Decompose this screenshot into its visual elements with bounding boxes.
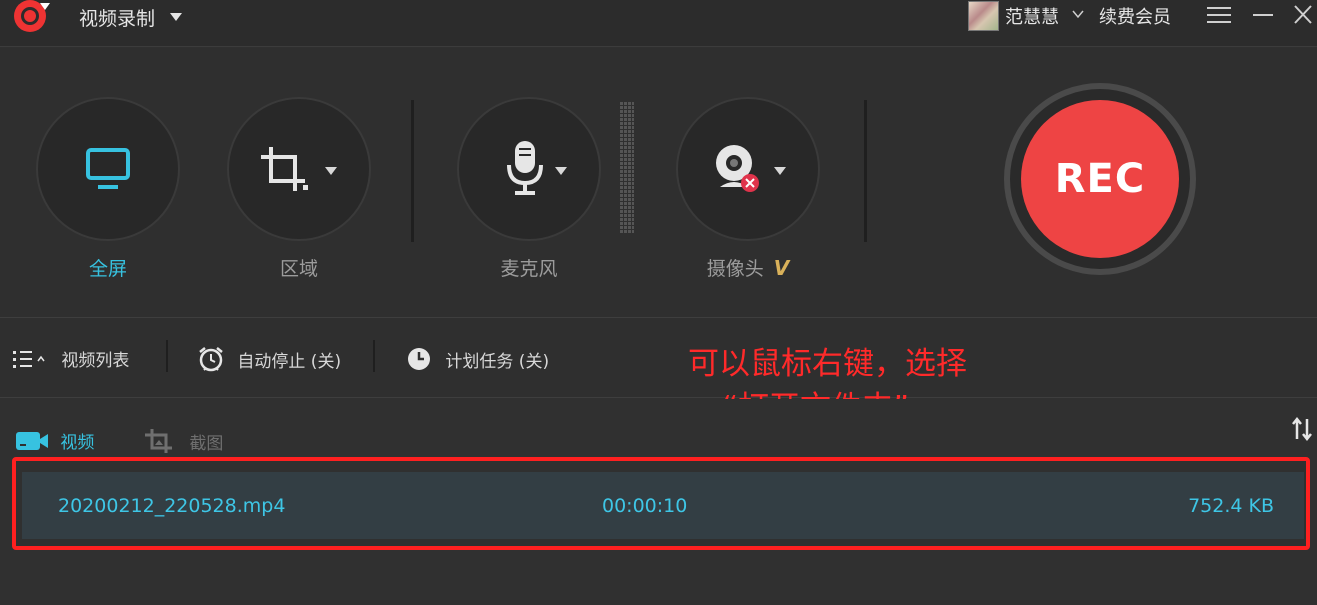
crop-icon	[145, 429, 172, 453]
avatar[interactable]	[968, 1, 999, 31]
logo-icon	[14, 0, 50, 32]
chevron-down-icon[interactable]	[774, 167, 786, 175]
tab-screenshot-label: 截图	[189, 434, 224, 454]
vip-badge: V	[773, 256, 790, 280]
region-label: 区域	[279, 258, 318, 280]
close-icon[interactable]	[1290, 4, 1316, 26]
microphone-label: 麦克风	[500, 258, 558, 280]
list-icon	[13, 351, 45, 368]
minimize-icon[interactable]	[1250, 4, 1276, 26]
divider	[373, 340, 375, 372]
divider	[411, 100, 414, 242]
chevron-down-icon[interactable]	[555, 167, 567, 175]
divider	[864, 100, 867, 242]
annotation-highlight-box	[12, 457, 1310, 550]
record-controls: 全屏 区域 麦克风 摄像头 V REC	[0, 48, 1317, 318]
video-list-button[interactable]: 视频列表	[12, 346, 129, 371]
tab-screenshot[interactable]: 截图	[144, 428, 223, 454]
video-camera-icon	[16, 432, 48, 450]
alarm-clock-icon	[199, 347, 223, 372]
monitor-icon	[86, 148, 130, 189]
app-title[interactable]: 视频录制	[79, 4, 155, 31]
tab-video-label: 视频	[60, 433, 95, 453]
fullscreen-button[interactable]	[36, 97, 180, 241]
schedule-task-button[interactable]: 计划任务 (关)	[406, 346, 549, 372]
rec-button[interactable]: REC	[1021, 100, 1179, 258]
schedule-task-label: 计划任务 (关)	[445, 352, 550, 372]
tab-video[interactable]: 视频	[15, 428, 94, 453]
camera-button[interactable]	[676, 97, 820, 241]
microphone-button[interactable]	[457, 97, 601, 241]
annotation-line-1: 可以鼠标右键，选择	[688, 346, 967, 382]
crop-icon	[261, 147, 308, 191]
region-button[interactable]	[227, 97, 371, 241]
camera-label-text: 摄像头	[706, 258, 764, 280]
clock-icon	[408, 348, 430, 370]
auto-stop-button[interactable]: 自动停止 (关)	[198, 346, 341, 372]
volume-meter	[620, 102, 634, 234]
renew-membership-link[interactable]: 续费会员	[1099, 3, 1171, 29]
microphone-icon	[507, 141, 543, 195]
chevron-down-icon[interactable]	[1072, 8, 1084, 20]
title-bar: 视频录制 范慧慧 续费会员	[0, 0, 1317, 47]
username[interactable]: 范慧慧	[1005, 3, 1059, 29]
chevron-down-icon[interactable]	[325, 167, 337, 175]
menu-icon[interactable]	[1206, 4, 1232, 26]
camera-label: 摄像头 V	[676, 254, 820, 281]
auto-stop-label: 自动停止 (关)	[237, 352, 342, 372]
sort-icon[interactable]	[1292, 417, 1312, 441]
webcam-icon	[716, 145, 759, 192]
fullscreen-label: 全屏	[88, 258, 127, 280]
toolbar: 视频列表 自动停止 (关) 计划任务 (关)	[0, 318, 1317, 398]
video-list-label: 视频列表	[61, 351, 130, 371]
divider	[166, 340, 168, 372]
chevron-down-icon[interactable]	[170, 13, 182, 21]
